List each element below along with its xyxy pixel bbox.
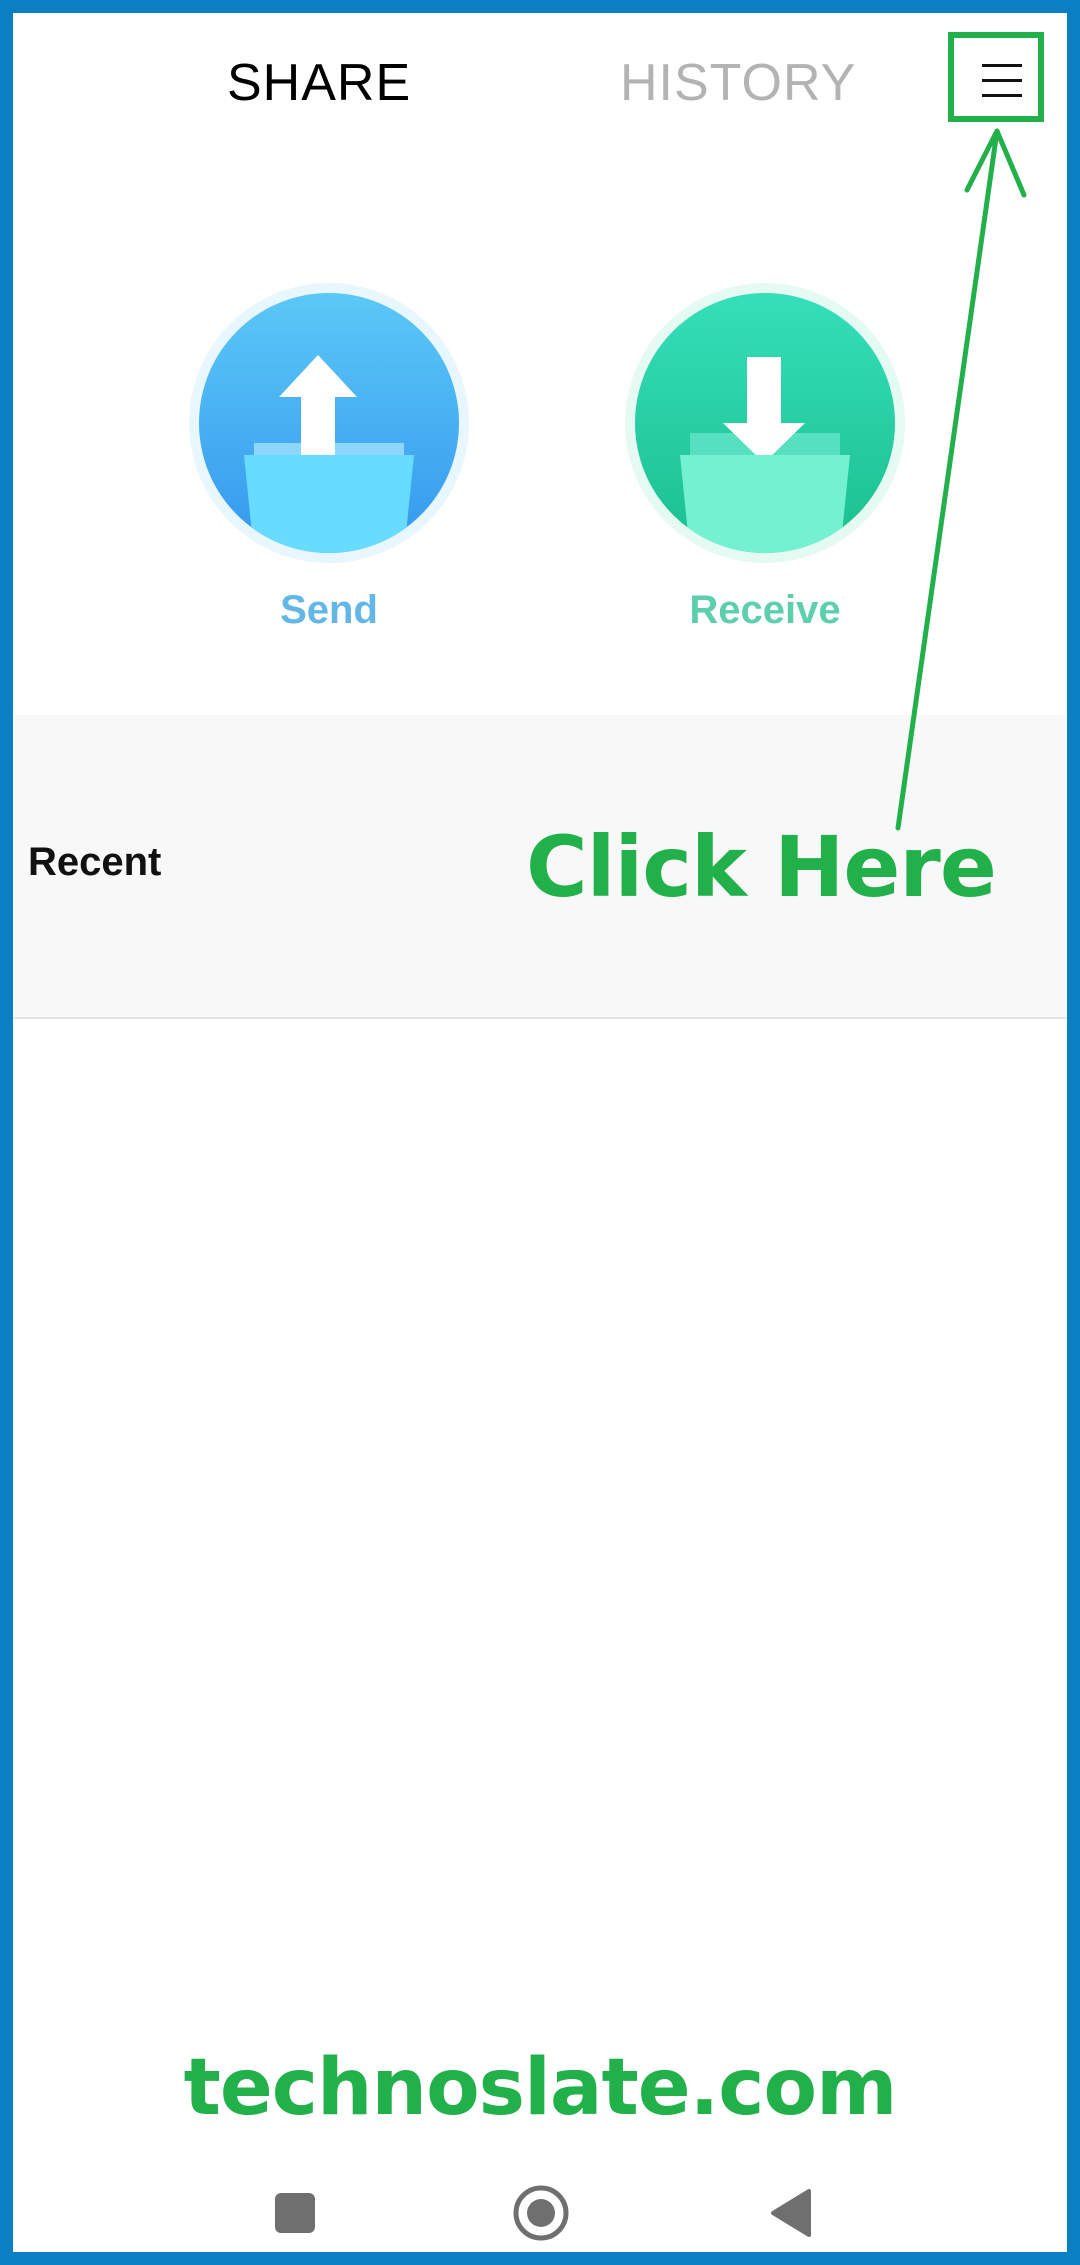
recents-button[interactable]	[255, 2173, 335, 2252]
square-recents-icon	[275, 2193, 315, 2233]
back-button[interactable]	[751, 2173, 831, 2252]
system-navbar	[13, 2173, 1067, 2252]
triangle-back-icon	[771, 2189, 811, 2237]
annotation-arrow-icon	[895, 128, 1027, 831]
circle-home-icon	[513, 2185, 569, 2241]
home-button[interactable]	[501, 2173, 581, 2252]
watermark-text: technoslate.com	[183, 2043, 898, 2133]
app-screen: SHARE HISTORY Send Receive Recent Click …	[13, 13, 1067, 2252]
